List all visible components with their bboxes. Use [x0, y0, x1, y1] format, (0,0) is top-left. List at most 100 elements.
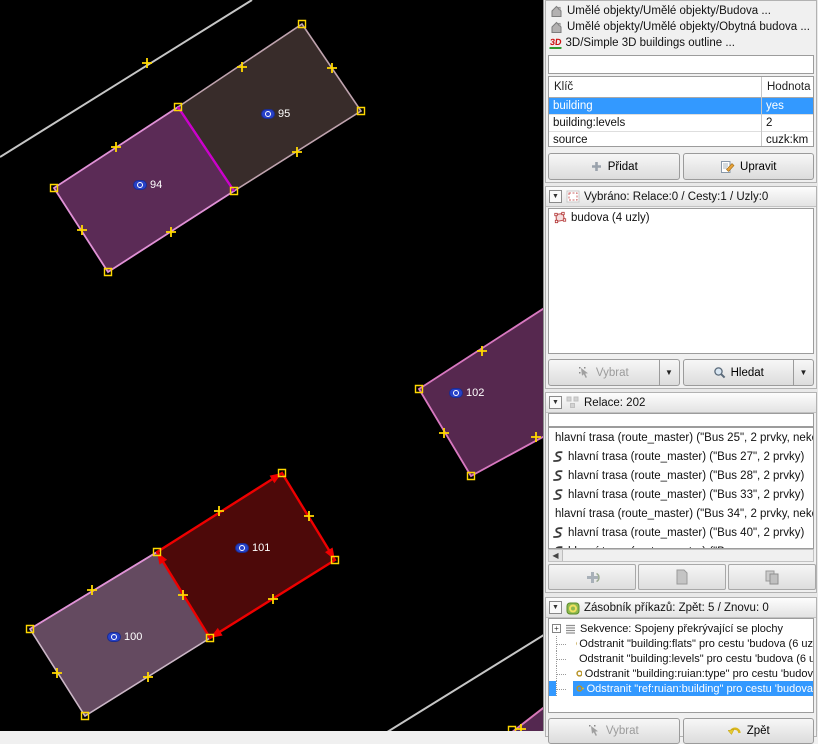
- command-stack-icon: [566, 601, 580, 615]
- selection-panel: ▼ Vybráno: Relace:0 / Cesty:1 / Uzly:0 b…: [545, 186, 817, 389]
- new-relation-button[interactable]: [548, 564, 636, 590]
- relation-item[interactable]: hlavní trasa (route_master) ("Bus 27", 2…: [549, 447, 813, 466]
- tag-row-source[interactable]: source cuzk:km: [549, 132, 813, 147]
- edit-tag-button[interactable]: Upravit: [683, 153, 815, 180]
- tag-value: cuzk:km: [762, 134, 813, 146]
- copy-icon: [764, 569, 781, 585]
- command-stack-panel: ▼ Zásobník příkazů: Zpět: 5 / Znovu: 0 +…: [545, 597, 817, 737]
- search-icon: [713, 366, 726, 379]
- search-dropdown-arrow[interactable]: ▼: [794, 359, 814, 386]
- relation-item-label: hlavní trasa (route_master) ("Bus 27", 2…: [568, 451, 804, 463]
- key-icon: [576, 668, 582, 679]
- relations-panel-title: Relace: 202: [584, 397, 645, 409]
- edit-relation-button[interactable]: [638, 564, 726, 590]
- building-label-text: 94: [150, 179, 162, 191]
- duplicate-relation-button[interactable]: [728, 564, 816, 590]
- relation-item[interactable]: hlavní trasa (route_master) ("Bus 40", 2…: [549, 523, 813, 542]
- relation-item[interactable]: hlavní trasa (route_master) ("Bus 34", 2…: [549, 504, 813, 523]
- route-master-icon: [551, 450, 564, 463]
- relation-item[interactable]: hlavní trasa (route_master) ("Bus 33", 2…: [549, 485, 813, 504]
- address-icon: [449, 388, 463, 398]
- relation-item[interactable]: hlavní trasa (route_master) ("Bus 25", 2…: [549, 428, 813, 447]
- search-button[interactable]: Hledat: [683, 359, 795, 386]
- building-label-text: 102: [466, 387, 484, 399]
- select-dropdown-arrow[interactable]: ▼: [660, 359, 680, 386]
- search-button-label: Hledat: [731, 367, 764, 379]
- command-item[interactable]: Odstranit "building:ruian:type" pro cest…: [549, 666, 813, 681]
- undo-button[interactable]: Zpět: [683, 718, 815, 744]
- relation-item-label: hlavní trasa (route_master) ("Bus 33", 2…: [568, 489, 804, 501]
- relation-item-partial[interactable]: hlavní trasa (route_master) ("Bus: [549, 542, 813, 549]
- relation-item-label: hlavní trasa (route_master) ("Bus 28", 2…: [568, 470, 804, 482]
- document-icon: [675, 569, 689, 585]
- collapse-button[interactable]: ▼: [549, 601, 562, 614]
- command-sequence-row[interactable]: + Sekvence: Spojeny překrývající se ploc…: [549, 621, 813, 636]
- command-select-label: Vybrat: [606, 725, 639, 737]
- selection-list[interactable]: budova (4 uzly): [548, 208, 814, 354]
- tree-connector: [556, 651, 573, 666]
- collapse-button[interactable]: ▼: [549, 190, 562, 203]
- address-icon: [133, 180, 147, 190]
- command-item[interactable]: Odstranit "building:flats" pro cestu 'bu…: [549, 636, 813, 651]
- preset-item[interactable]: Umělé objekty/Umělé objekty/Budova ...: [546, 3, 816, 19]
- add-tag-label: Přidat: [608, 161, 638, 173]
- value-column-header[interactable]: Hodnota: [762, 81, 810, 93]
- column-divider[interactable]: [761, 77, 762, 146]
- tag-row-building[interactable]: building yes: [549, 98, 813, 115]
- relation-icon: [566, 396, 580, 409]
- relations-panel-header: ▼ Relace: 202: [546, 393, 816, 413]
- relation-item-label: hlavní trasa (route_master) ("Bus 40", 2…: [568, 527, 804, 539]
- relations-filter-box[interactable]: [548, 413, 814, 427]
- map-canvas[interactable]: 94 95 100 101 102: [0, 0, 543, 731]
- preset-item[interactable]: 3D 3D/Simple 3D buildings outline ...: [546, 35, 816, 51]
- key-icon: [576, 683, 584, 694]
- edit-tag-label: Upravit: [740, 161, 776, 173]
- relation-item[interactable]: hlavní trasa (route_master) ("Bus 28", 2…: [549, 466, 813, 485]
- relations-panel: ▼ Relace: 202 hlavní trasa (route_master…: [545, 392, 817, 593]
- selection-list-item[interactable]: budova (4 uzly): [549, 209, 813, 226]
- tag-key: building:levels: [549, 117, 762, 129]
- tag-row-building-levels[interactable]: building:levels 2: [549, 115, 813, 132]
- select-split-button: Vybrat ▼: [548, 359, 680, 386]
- building-label-94: 94: [133, 179, 162, 191]
- closed-way-icon: [552, 211, 567, 224]
- command-item-label: Odstranit "building:ruian:type" pro cest…: [585, 668, 813, 680]
- new-relation-icon: [584, 569, 601, 586]
- road-line-bottom[interactable]: [384, 633, 543, 731]
- key-column-header[interactable]: Klíč: [549, 81, 762, 93]
- sequence-icon: [564, 623, 577, 635]
- collapse-button[interactable]: ▼: [549, 396, 562, 409]
- route-master-icon: [551, 526, 564, 539]
- horizontal-scrollbar[interactable]: ◀: [548, 549, 814, 562]
- preset-item[interactable]: Umělé objekty/Umělé objekty/Obytná budov…: [546, 19, 816, 35]
- tag-table-header[interactable]: Klíč Hodnota: [549, 77, 813, 98]
- relations-list[interactable]: hlavní trasa (route_master) ("Bus 25", 2…: [548, 427, 814, 549]
- command-item-label: Odstranit "building:levels" pro cestu 'b…: [579, 653, 813, 665]
- expand-icon[interactable]: +: [552, 624, 561, 633]
- 3d-icon: 3D: [549, 37, 562, 49]
- building-label-95: 95: [261, 108, 290, 120]
- scroll-left-arrow[interactable]: ◀: [549, 550, 563, 561]
- building-label-100: 100: [107, 631, 142, 643]
- relations-toolbar: [548, 564, 816, 590]
- preset-label: 3D/Simple 3D buildings outline ...: [566, 37, 735, 49]
- house-icon: [550, 5, 563, 18]
- command-item-selected[interactable]: Odstranit "ref:ruian:building" pro cestu…: [549, 681, 813, 696]
- membership-box[interactable]: [548, 55, 814, 74]
- undo-icon: [727, 725, 742, 738]
- cursor-icon: [579, 367, 591, 379]
- command-item[interactable]: Odstranit "building:levels" pro cestu 'b…: [549, 651, 813, 666]
- undo-button-label: Zpět: [747, 725, 770, 737]
- command-select-button[interactable]: Vybrat: [548, 718, 680, 744]
- command-stack-header: ▼ Zásobník příkazů: Zpět: 5 / Znovu: 0: [546, 598, 816, 618]
- route-master-icon: [551, 469, 564, 482]
- preset-label: Umělé objekty/Umělé objekty/Obytná budov…: [567, 21, 810, 33]
- add-tag-button[interactable]: Přidat: [548, 153, 680, 180]
- tag-table: Klíč Hodnota building yes building:level…: [548, 76, 814, 147]
- select-button[interactable]: Vybrat: [548, 359, 660, 386]
- building-label-101: 101: [235, 542, 270, 554]
- plus-icon: [590, 160, 603, 173]
- edit-icon: [720, 160, 735, 174]
- command-tree[interactable]: + Sekvence: Spojeny překrývající se ploc…: [548, 618, 814, 713]
- building-label-text: 101: [252, 542, 270, 554]
